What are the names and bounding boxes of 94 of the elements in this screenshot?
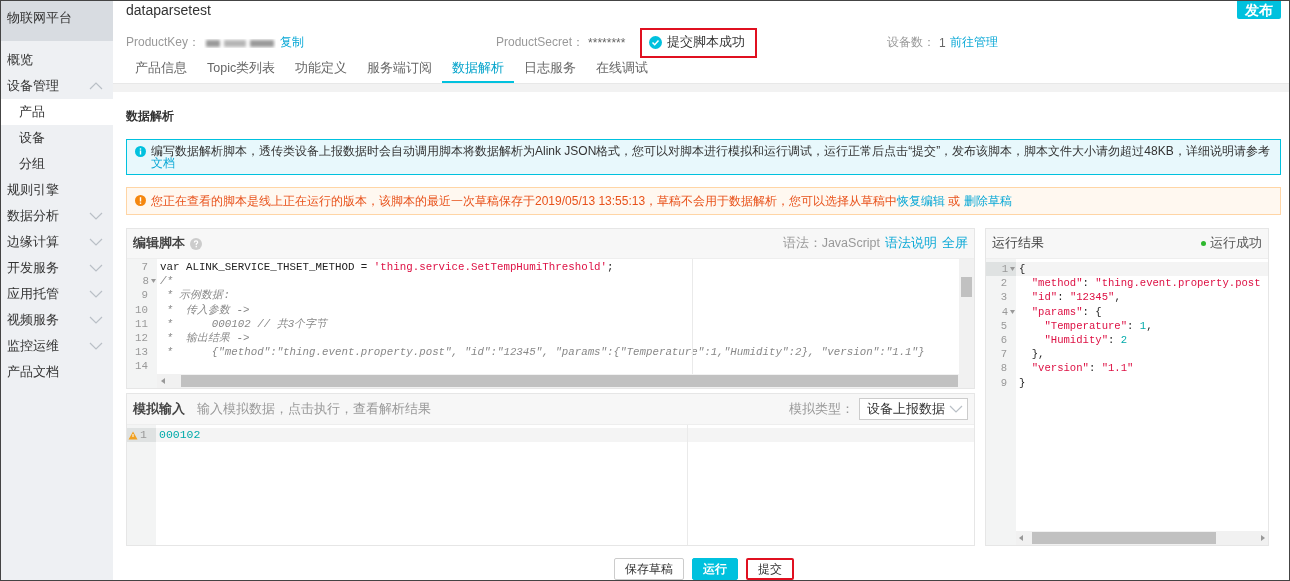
code-line: * 传入参数 -> [165,302,251,317]
field-label: 模拟类型： [789,400,854,418]
chevron-down-icon [89,290,103,298]
panel-hint: 输入模拟数据，点击执行，查看解析结果 [197,400,431,418]
field-label: ProductSecret： [496,34,585,51]
chevron-down-icon [89,238,103,246]
code-line: var ALINK_SERVICE_THSET_METHOD = 'thing.service.SetTempHumiThreshold'; [159,260,615,275]
toast-text: 提交脚本成功 [667,34,745,51]
sidebar-item[interactable]: 数据分析 [1,203,113,229]
chevron-up-icon [89,82,103,90]
chevron-down-icon [89,212,103,220]
scrollbar[interactable] [157,374,974,388]
tab[interactable]: 产品信息 [125,58,197,83]
sidebar-item[interactable]: 产品 [1,99,113,125]
panel-title: 编辑脚本 [133,235,185,252]
fold-arrow-icon[interactable] [1010,267,1015,272]
code-line: /* [159,274,174,289]
alert-text: 您正在查看的脚本是线上正在运行的版本，该脚本的最近一次草稿保存于2019/05/13 13:55:13，草稿不会用于数据解析，您可以选择从草稿中恢复编辑 或 删除草稿 [151,195,1013,207]
line-number: 1 [127,428,156,443]
fold-arrow-icon[interactable] [1010,309,1015,314]
code-line: * {"method":"thing.event.property.post", "id":"12345", "params":{"Temperature":1,"Humidity":2}, "version":"1.1"} [165,345,926,360]
line-number: 7 [140,260,149,275]
status-text: 运行成功 [1210,235,1262,252]
field-label: 设备数： [887,34,935,51]
line-number: 9 [140,288,149,303]
sidebar-item[interactable]: 边缘计算 [1,229,113,255]
sidebar-item[interactable]: 应用托管 [1,281,113,307]
line-number: 13 [134,345,149,360]
action-button[interactable]: 保存草稿 [613,558,684,580]
sidebar-title: 物联网平台 [1,1,113,41]
secret-value: ******** [588,35,626,50]
device-count: 1 [939,35,946,50]
warning-icon [135,195,146,206]
chevron-down-icon [89,264,103,272]
code-line: "method": "thing.event.property.post [1030,276,1262,291]
code-line: "version": "1.1" [1030,361,1135,376]
sidebar-item[interactable]: 设备 [1,125,113,151]
line-number: 14 [134,359,149,374]
sidebar-item[interactable]: 概览 [1,47,113,73]
sidebar-item[interactable]: 规则引擎 [1,177,113,203]
status-dot [1201,241,1206,246]
chevron-down-icon [949,405,963,413]
line-number: 9 [999,375,1008,390]
code-line: * 输出结果 -> [165,330,251,346]
line-number: 3 [999,290,1008,305]
field-label: ProductKey： [126,34,201,51]
sidebar-item[interactable]: 监控运维 [1,333,113,359]
chevron-down-icon [89,342,103,350]
tab[interactable]: 日志服务 [514,58,587,83]
panel-title: 运行结果 [992,235,1044,252]
code-editor[interactable] [127,259,974,388]
line-number: 4 [986,304,1016,319]
code-line: * 000102 // 共3个字节 [165,316,329,331]
alert-text: 编写数据解析脚本，透传类设备上报数据时会自动调用脚本将数据解析为Alink JSON格式，您可以对脚本进行模拟和运行调试，运行正常后点击“提交”，发布该脚本，脚本文件大小请勿超过48KB，详细说明请参考 文档 [151,145,1271,169]
chevron-down-icon [89,316,103,324]
code-line: "Temperature": 1, [1043,318,1154,333]
check-circle-icon [649,36,662,49]
info-icon [135,146,146,157]
tab[interactable]: Topic类列表 [197,58,286,83]
code-line: "params": { [1030,304,1103,319]
code-line: }, [1030,347,1046,362]
sidebar-item[interactable]: 开发服务 [1,255,113,281]
line-number: 1 [986,262,1016,277]
tab[interactable]: 功能定义 [285,58,358,83]
scrollbar[interactable] [1016,531,1268,545]
action-button[interactable]: 提交 [745,558,794,580]
line-number: 5 [999,318,1008,333]
product-title: dataparsetest [126,1,211,20]
fold-arrow-icon[interactable] [151,279,156,284]
code-line: * 示例数据: [165,288,231,303]
sidebar-item[interactable]: 产品文档 [1,359,113,385]
code-line: "Humidity": 2 [1043,332,1129,348]
line-number: 2 [999,276,1008,291]
line-number: 7 [999,347,1008,362]
line-number: 8 [127,274,157,289]
sidebar-item[interactable]: 视频服务 [1,307,113,333]
code-line: } [1018,375,1027,390]
sidebar-item[interactable]: 设备管理 [1,73,113,99]
scrollbar[interactable] [959,259,974,374]
code-line: "id": "12345", [1030,290,1122,305]
line-number: 6 [999,332,1008,348]
tab[interactable]: 服务端订阅 [357,58,443,83]
type-select[interactable]: 设备上报数据 [859,398,968,420]
sidebar-item[interactable]: 分组 [1,151,113,177]
section-title: 数据解析 [126,108,175,125]
syntax-label: 语法：JavaScript [782,235,880,252]
line-number: 11 [134,316,149,331]
line-number: 12 [134,330,149,346]
line-number: 10 [134,302,149,317]
tab[interactable]: 在线调试 [586,58,659,83]
line-number: 8 [999,361,1008,376]
panel-title: 模拟输入 [133,400,185,418]
help-icon [190,237,202,250]
code-editor[interactable]: 1 2 3 4 5 6 7 8 9 { "method": "thing.event.property.post "id": "12345", "params": { "Temperature": 1, "Humidity": 2 }, "version": "1.1" } [986,259,1268,545]
